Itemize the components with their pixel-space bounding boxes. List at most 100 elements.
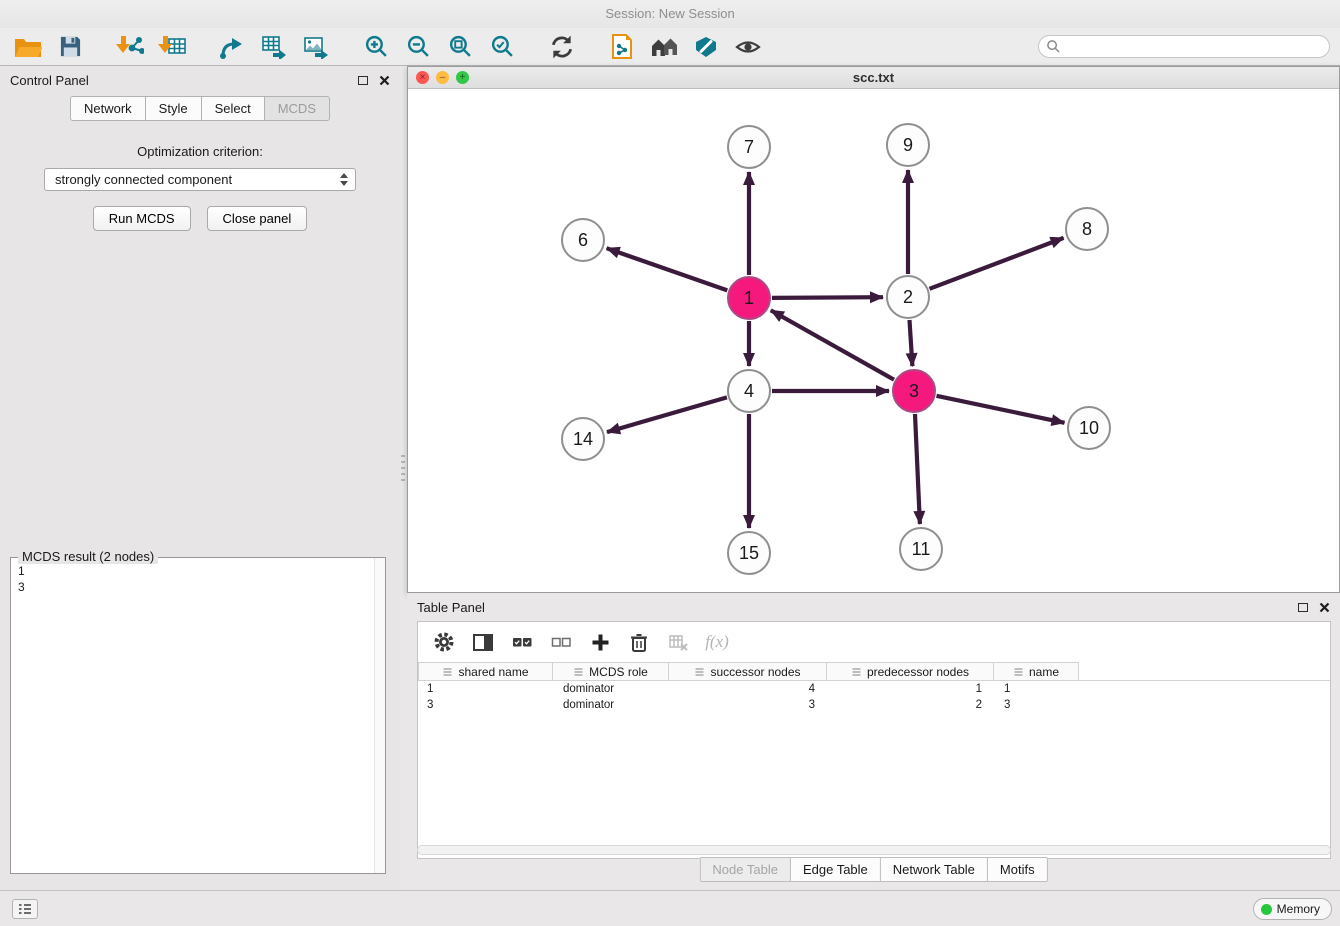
table-cell[interactable]: dominator [553, 681, 669, 697]
table-cell[interactable]: 3 [669, 697, 827, 713]
tab-mcds[interactable]: MCDS [264, 96, 330, 121]
float-panel-icon[interactable] [358, 76, 368, 85]
graph-node-11[interactable]: 11 [900, 528, 942, 570]
table-horizontal-scrollbar[interactable] [417, 845, 1331, 855]
optimization-criterion-label: Optimization criterion: [0, 144, 400, 159]
import-network-button[interactable] [112, 31, 148, 63]
table-cell[interactable]: 3 [994, 697, 1079, 713]
table-cell[interactable]: 1 [827, 681, 994, 697]
search-input[interactable] [1038, 35, 1330, 58]
table-cell[interactable]: 4 [669, 681, 827, 697]
refresh-view-button[interactable] [544, 31, 580, 63]
graph-edge-3-11[interactable] [915, 414, 920, 524]
graph-node-14[interactable]: 14 [562, 418, 604, 460]
tab-style[interactable]: Style [145, 96, 202, 121]
zoom-out-button[interactable] [400, 31, 436, 63]
graph-edge-2-8[interactable] [930, 238, 1064, 289]
table-settings-button[interactable] [432, 630, 456, 654]
svg-text:4: 4 [744, 381, 754, 401]
column-chooser-button[interactable] [471, 630, 495, 654]
select-all-button[interactable] [510, 630, 534, 654]
graph-node-2[interactable]: 2 [887, 276, 929, 318]
window-zoom-button[interactable] [456, 71, 469, 84]
memory-button[interactable]: Memory [1253, 898, 1332, 920]
control-panel-title: Control Panel [10, 73, 358, 88]
mcds-buttons-row: Run MCDS Close panel [0, 206, 400, 231]
tab-select[interactable]: Select [201, 96, 265, 121]
zoom-selected-button[interactable] [484, 31, 520, 63]
graph-node-15[interactable]: 15 [728, 532, 770, 574]
column-header-predecessor-nodes[interactable]: predecessor nodes [827, 662, 994, 681]
column-header-name[interactable]: name [994, 662, 1079, 681]
criterion-dropdown[interactable]: strongly connected component [44, 168, 356, 191]
mcds-result-group: MCDS result (2 nodes) 13 [10, 550, 386, 874]
graph-node-9[interactable]: 9 [887, 124, 929, 166]
tab-network-table[interactable]: Network Table [881, 858, 988, 881]
graph-node-10[interactable]: 10 [1068, 407, 1110, 449]
graph-node-4[interactable]: 4 [728, 370, 770, 412]
criterion-value: strongly connected component [55, 172, 232, 187]
tab-network[interactable]: Network [70, 96, 146, 121]
import-table-button[interactable] [154, 31, 190, 63]
zoom-fit-button[interactable] [442, 31, 478, 63]
graph-edge-1-2[interactable] [772, 297, 883, 298]
close-panel-icon[interactable] [378, 74, 390, 86]
deselect-all-button[interactable] [549, 630, 573, 654]
apply-style-button[interactable] [688, 31, 724, 63]
graph-node-3[interactable]: 3 [893, 370, 935, 412]
table-cell[interactable]: dominator [553, 697, 669, 713]
add-row-button[interactable] [588, 630, 612, 654]
save-session-button[interactable] [52, 31, 88, 63]
table-panel-title: Table Panel [417, 600, 1298, 615]
graph-node-7[interactable]: 7 [728, 126, 770, 168]
graph-edge-2-3[interactable] [910, 320, 913, 366]
app-title-bar: Session: New Session [0, 0, 1340, 28]
main-toolbar [0, 28, 1340, 66]
delete-column-button[interactable] [666, 630, 690, 654]
export-image-button[interactable] [298, 31, 334, 63]
window-minimize-button[interactable] [436, 71, 449, 84]
network-canvas[interactable]: 7 9 6 8 1 2 4 3 14 10 15 11 [408, 89, 1339, 592]
table-cell[interactable]: 2 [827, 697, 994, 713]
tab-node-table[interactable]: Node Table [700, 858, 791, 881]
status-menu-button[interactable] [12, 899, 38, 919]
table-panel-header: Table Panel [407, 593, 1340, 621]
graph-edge-3-1[interactable] [771, 310, 894, 379]
graph-edge-1-6[interactable] [607, 248, 728, 290]
export-network-button[interactable] [214, 31, 250, 63]
show-graphics-icon [735, 35, 761, 59]
column-header-mcds-role[interactable]: MCDS role [553, 662, 669, 681]
chevron-up-down-icon [340, 173, 348, 186]
delete-row-button[interactable] [627, 630, 651, 654]
zoom-in-button[interactable] [358, 31, 394, 63]
column-header-successor-nodes[interactable]: successor nodes [669, 662, 827, 681]
node-table-body: 1dominator4113dominator323 [418, 681, 1330, 713]
graph-node-6[interactable]: 6 [562, 219, 604, 261]
tab-motifs[interactable]: Motifs [988, 858, 1047, 881]
table-cell[interactable]: 3 [418, 697, 553, 713]
tab-edge-table[interactable]: Edge Table [791, 858, 881, 881]
float-table-panel-icon[interactable] [1298, 603, 1308, 612]
graph-node-1[interactable]: 1 [728, 277, 770, 319]
control-panel: Control Panel NetworkStyleSelectMCDS Opt… [0, 66, 400, 890]
close-table-panel-icon[interactable] [1318, 601, 1330, 613]
first-neighbors-button[interactable] [646, 31, 682, 63]
graph-node-8[interactable]: 8 [1066, 208, 1108, 250]
column-header-icon [851, 667, 862, 677]
run-mcds-button[interactable]: Run MCDS [93, 206, 191, 231]
network-file-button[interactable] [604, 31, 640, 63]
graph-edge-4-14[interactable] [607, 397, 727, 432]
open-session-button[interactable] [10, 31, 46, 63]
graph-edge-3-10[interactable] [937, 396, 1065, 423]
show-graphics-button[interactable] [730, 31, 766, 63]
column-header-shared-name[interactable]: shared name [418, 662, 553, 681]
table-cell[interactable]: 1 [418, 681, 553, 697]
close-panel-button[interactable]: Close panel [207, 206, 308, 231]
function-builder-button[interactable]: f(x) [705, 630, 729, 654]
export-table-button[interactable] [256, 31, 292, 63]
table-cell[interactable]: 1 [994, 681, 1079, 697]
panel-splitter-handle[interactable] [401, 455, 405, 485]
svg-text:3: 3 [909, 381, 919, 401]
window-close-button[interactable] [416, 71, 429, 84]
result-scrollbar[interactable] [374, 558, 385, 873]
